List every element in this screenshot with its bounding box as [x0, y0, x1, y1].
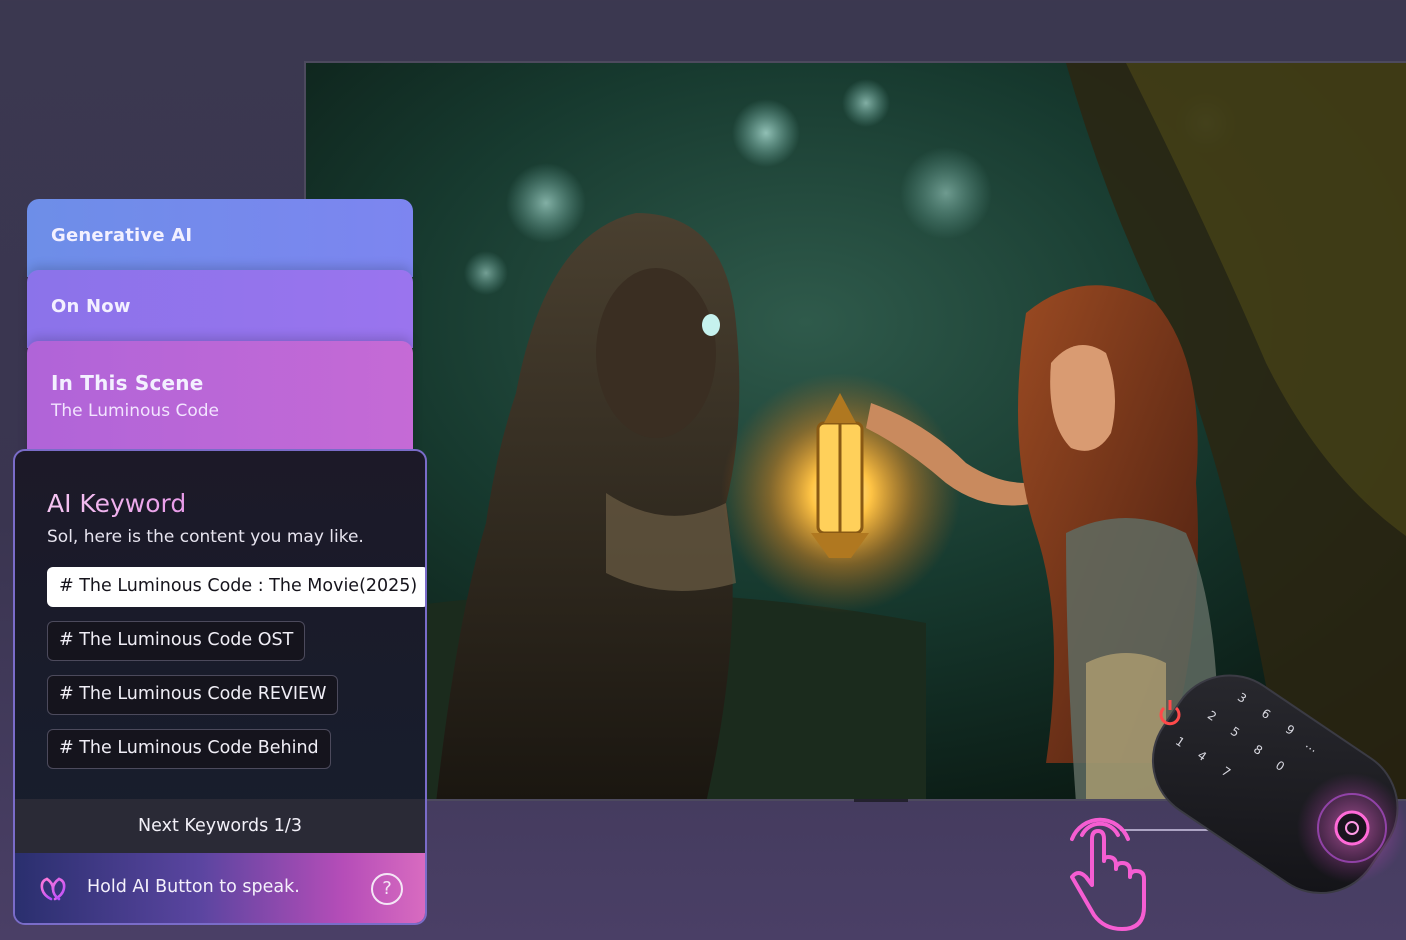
tab-generative-ai[interactable]: Generative AI — [27, 199, 413, 277]
voice-prompt-bar: Hold AI Button to speak. ? — [15, 853, 425, 923]
ai-assistant-icon — [40, 877, 66, 901]
tab-label: In This Scene — [51, 371, 204, 395]
keyword-chip-review[interactable]: # The Luminous Code REVIEW — [47, 675, 339, 715]
keyword-chip-movie[interactable]: # The Luminous Code : The Movie(2025) — [47, 567, 425, 607]
tab-label: Generative AI — [51, 225, 193, 246]
panel-title: AI Keyword — [47, 489, 187, 518]
panel-subtitle: Sol, here is the content you may like. — [47, 527, 364, 547]
tab-label: On Now — [51, 296, 131, 317]
next-keywords-button[interactable]: Next Keywords 1/3 — [15, 799, 425, 853]
ai-keyword-panel: AI Keyword Sol, here is the content you … — [13, 449, 427, 925]
question-mark-icon[interactable]: ? — [371, 873, 403, 905]
ai-button[interactable] — [1334, 810, 1370, 846]
keyword-chip-behind[interactable]: # The Luminous Code Behind — [47, 729, 331, 769]
tab-subtitle: The Luminous Code — [51, 401, 219, 421]
voice-prompt-text: Hold AI Button to speak. — [87, 877, 300, 897]
tab-on-now[interactable]: On Now — [27, 270, 413, 348]
tv-stand — [854, 799, 908, 802]
touch-hand-icon — [1070, 817, 1146, 931]
tab-in-this-scene[interactable]: In This Scene The Luminous Code — [27, 341, 413, 461]
keyword-chip-ost[interactable]: # The Luminous Code OST — [47, 621, 306, 661]
